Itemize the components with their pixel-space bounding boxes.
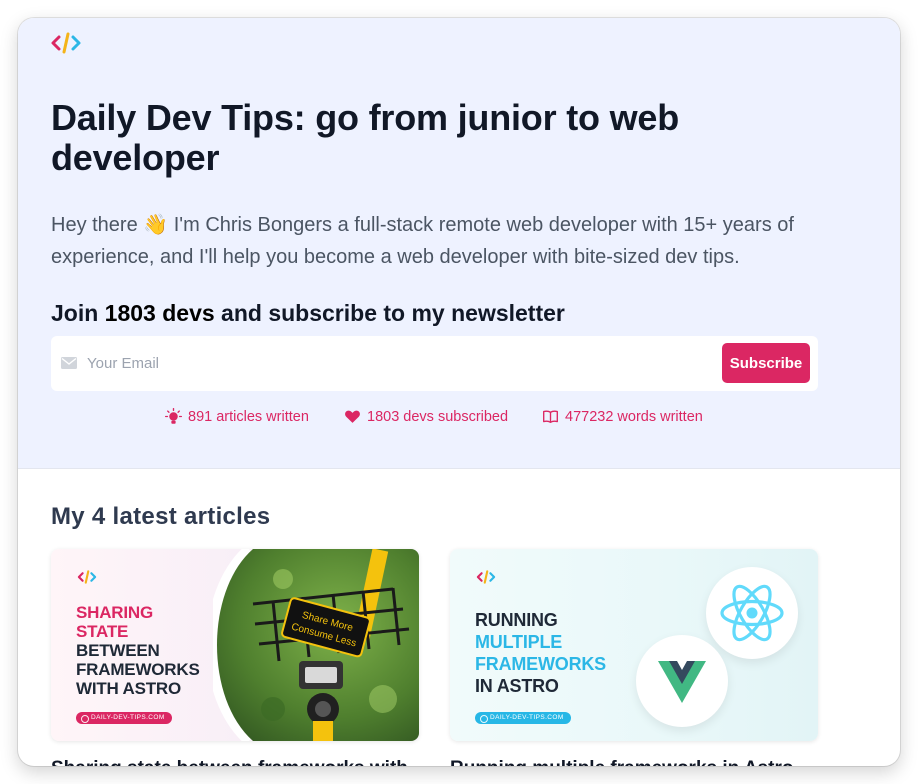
book-open-icon [543,410,558,423]
stat-articles: 891 articles written [165,408,309,425]
browser-window: Daily Dev Tips: go from junior to web de… [18,18,900,766]
site-badge: DAILY-DEV-TIPS.COM [76,712,172,724]
vue-logo-circle [636,635,728,727]
page-title: Daily Dev Tips: go from junior to web de… [51,97,679,178]
vue-icon [658,661,706,703]
article-card-sharing-state[interactable]: SHARING STATE BETWEEN FRAMEWORKS WITH AS… [51,549,419,741]
headline-line: FRAMEWORKS [475,654,606,674]
latest-articles-heading: My 4 latest articles [51,503,271,530]
intro-text: Hey there 👋 I'm Chris Bongers a full-sta… [51,214,794,268]
headline-line: BETWEEN [76,641,160,660]
code-brackets-logo [77,570,97,584]
stat-articles-text: 891 articles written [188,408,309,425]
article-title-link[interactable]: Sharing state between frameworks with [51,758,419,766]
bicycle-photo: Share More Consume Less [213,549,419,741]
stats-row: 891 articles written 1803 devs subscribe… [18,408,900,428]
code-brackets-logo [476,570,496,584]
site-badge: DAILY-DEV-TIPS.COM [475,712,571,724]
newsletter-heading: Join 1803 devs and subscribe to my newsl… [51,298,565,328]
article-card-running-frameworks[interactable]: RUNNING MULTIPLE FRAMEWORKS IN ASTRO DAI… [450,549,818,741]
mail-icon [61,357,77,369]
stat-subscribers-text: 1803 devs subscribed [367,408,509,425]
stat-words: 477232 words written [542,408,703,425]
headline-line: RUNNING [475,610,558,630]
hero-section: Daily Dev Tips: go from junior to web de… [18,18,900,469]
headline-line: FRAMEWORKS [76,660,200,679]
newsletter-form: Subscribe [51,336,818,391]
headline-line: WITH ASTRO [76,679,182,698]
newsletter-heading-prefix: Join [51,300,105,326]
article-title-link[interactable]: Running multiple frameworks in Astro [450,758,818,766]
headline-line: SHARING [76,603,153,622]
heart-icon [345,410,360,423]
stat-words-text: 477232 words written [565,408,703,425]
email-input[interactable] [87,346,647,380]
headline-line: MULTIPLE [475,632,563,652]
subscriber-count: 1803 devs [104,300,215,326]
code-brackets-logo[interactable] [50,32,82,54]
headline-line: STATE [76,622,129,641]
subscribe-button[interactable]: Subscribe [722,343,810,383]
newsletter-heading-suffix: and subscribe to my newsletter [214,300,565,326]
card-headline: SHARING STATE BETWEEN FRAMEWORKS WITH AS… [76,603,200,698]
lightbulb-icon [165,408,182,424]
card-headline: RUNNING MULTIPLE FRAMEWORKS IN ASTRO [475,609,606,697]
headline-line: IN ASTRO [475,676,559,696]
stat-subscribers: 1803 devs subscribed [344,408,508,425]
